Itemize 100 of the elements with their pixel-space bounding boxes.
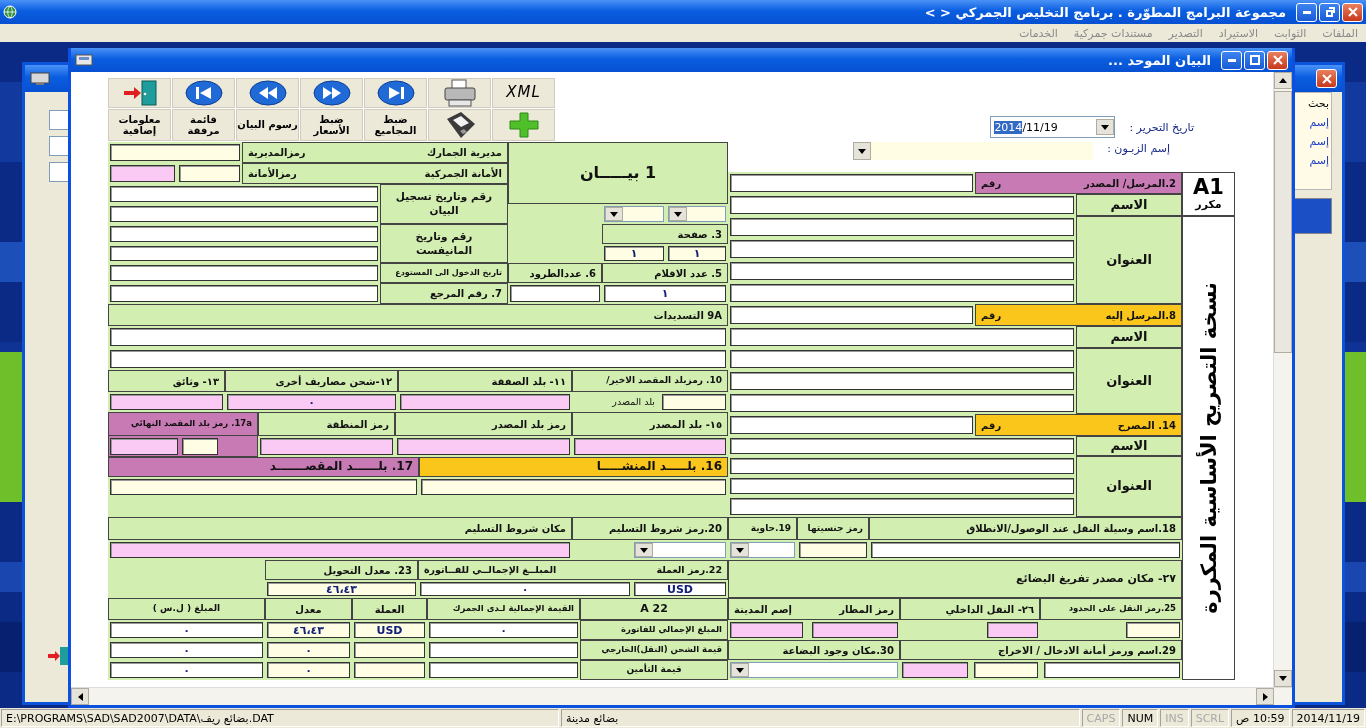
toolbar-button[interactable] [428, 78, 491, 108]
input-field[interactable]: ٤٦،٤٣ [267, 622, 350, 638]
dropdown-field[interactable] [853, 142, 1094, 160]
input-field[interactable]: ١ [604, 285, 726, 302]
sidebar-link[interactable]: إسم [1309, 116, 1329, 129]
input-field[interactable] [182, 438, 218, 455]
scroll-down-button[interactable] [1274, 670, 1292, 687]
input-field[interactable] [902, 662, 968, 678]
input-field[interactable] [110, 350, 726, 368]
dropdown-field[interactable] [730, 542, 795, 558]
input-field[interactable] [730, 284, 1074, 302]
input-field[interactable]: ٠ [420, 582, 630, 596]
toolbar-button[interactable] [236, 78, 299, 108]
input-field[interactable] [110, 328, 726, 346]
dropdown-field[interactable] [604, 206, 664, 222]
input-field[interactable] [110, 394, 223, 410]
input-field[interactable]: USD [354, 622, 425, 638]
input-field[interactable] [730, 372, 1074, 390]
input-field[interactable] [730, 218, 1074, 236]
close-button[interactable] [1316, 69, 1337, 88]
input-field[interactable] [354, 642, 425, 658]
input-field[interactable]: ٠ [267, 642, 350, 658]
input-field[interactable] [730, 478, 1074, 494]
input-field[interactable] [429, 642, 578, 658]
input-field[interactable] [110, 165, 175, 182]
save-button[interactable] [428, 109, 491, 141]
input-field[interactable] [730, 306, 973, 324]
input-field[interactable] [110, 186, 378, 202]
input-field[interactable] [110, 285, 378, 302]
input-field[interactable] [730, 416, 973, 434]
toolbar-button[interactable] [172, 78, 235, 108]
input-field[interactable] [110, 246, 378, 261]
input-field[interactable] [1126, 622, 1180, 638]
sidebar-link[interactable]: إسم [1309, 135, 1329, 148]
toolbar-button[interactable]: ضبط المجاميع [364, 109, 427, 141]
input-field[interactable] [974, 662, 1038, 678]
input-field[interactable] [49, 136, 69, 156]
input-field[interactable] [179, 165, 240, 182]
toolbar-button[interactable] [364, 78, 427, 108]
input-field[interactable] [730, 262, 1074, 280]
input-field[interactable] [110, 438, 178, 455]
input-field[interactable] [730, 498, 1074, 515]
input-field[interactable] [730, 174, 973, 192]
input-field[interactable] [730, 438, 1074, 454]
input-field[interactable] [110, 542, 570, 558]
input-field[interactable] [730, 394, 1074, 412]
toolbar-button[interactable]: معلومات إضافية [108, 109, 171, 141]
minimize-button[interactable] [1296, 2, 1317, 22]
input-field[interactable] [1044, 662, 1180, 678]
maximize-button[interactable] [1244, 50, 1265, 70]
input-field[interactable]: ٠ [110, 642, 263, 658]
toolbar-button[interactable] [108, 78, 171, 108]
input-field[interactable] [260, 438, 393, 455]
input-field[interactable] [110, 144, 240, 161]
input-field[interactable] [110, 206, 378, 222]
input-field[interactable]: ٠ [267, 662, 350, 678]
input-field[interactable]: ٠ [110, 622, 263, 638]
input-field[interactable] [397, 438, 570, 455]
dropdown-field[interactable] [634, 542, 726, 558]
input-field[interactable] [49, 110, 69, 130]
input-field[interactable] [730, 458, 1074, 474]
xml-button[interactable]: XML [492, 78, 555, 108]
input-field[interactable]: USD [634, 582, 726, 596]
input-field[interactable]: ٤٦،٤٣ [267, 582, 416, 596]
toolbar-button[interactable]: ضبط الأسعار [300, 109, 363, 141]
scrollbar-thumb[interactable] [1274, 91, 1292, 353]
input-field[interactable]: ٠ [429, 622, 578, 638]
input-field[interactable] [662, 394, 726, 410]
restore-button[interactable] [1319, 2, 1340, 22]
minimize-button[interactable] [1221, 50, 1242, 70]
input-field[interactable] [987, 622, 1038, 638]
sidebar-link[interactable]: إسم [1309, 154, 1329, 167]
input-field[interactable] [110, 479, 417, 495]
close-button[interactable] [1342, 2, 1363, 22]
toolbar-button[interactable]: رسوم البيان [236, 109, 299, 141]
input-field[interactable] [421, 479, 726, 495]
input-field[interactable]: ١ [604, 246, 664, 261]
input-field[interactable] [730, 622, 803, 638]
input-field[interactable] [799, 542, 867, 558]
input-field[interactable] [730, 196, 1074, 214]
input-field[interactable] [354, 662, 425, 678]
input-field[interactable] [49, 162, 69, 182]
input-field[interactable]: ١ [668, 246, 726, 261]
input-field[interactable] [871, 542, 1180, 558]
input-field[interactable] [730, 328, 1074, 346]
input-field[interactable] [110, 265, 378, 281]
input-field[interactable] [429, 662, 578, 678]
input-field[interactable] [730, 240, 1074, 258]
input-field[interactable] [574, 438, 726, 455]
scroll-up-button[interactable] [1274, 72, 1292, 89]
input-field[interactable] [510, 285, 600, 302]
input-field[interactable]: ٠ [110, 662, 263, 678]
exit-door-icon[interactable] [47, 646, 71, 666]
input-field[interactable]: ٠ [227, 394, 396, 410]
input-field[interactable] [400, 394, 570, 410]
scroll-left-button[interactable] [71, 688, 89, 705]
toolbar-button[interactable]: قائمة مرفقة [172, 109, 235, 141]
dropdown-field[interactable] [668, 206, 726, 222]
input-field[interactable] [812, 622, 898, 638]
dropdown-field[interactable] [730, 662, 898, 678]
